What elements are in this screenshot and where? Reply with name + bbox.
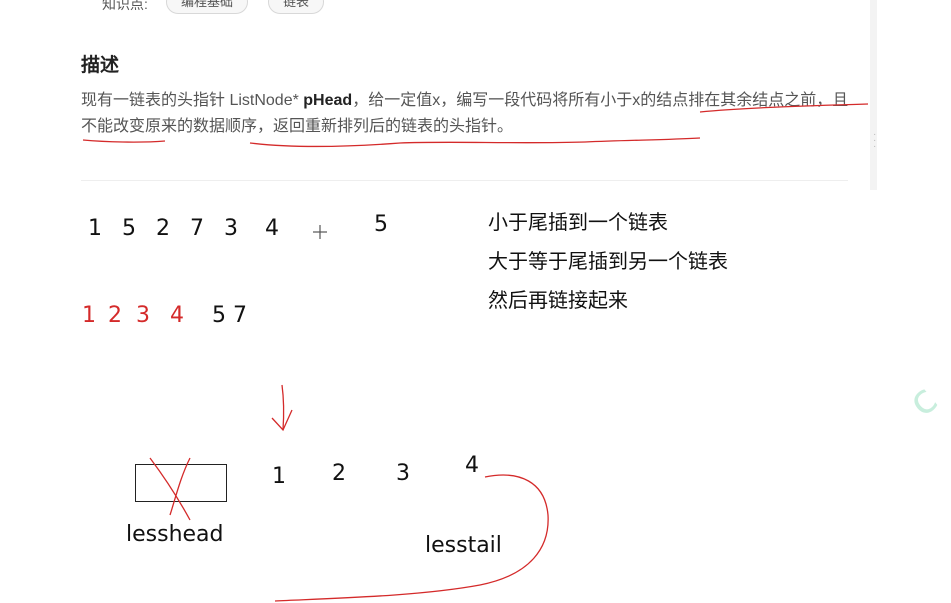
- cross-out-strokes: [149, 457, 191, 521]
- tail-link-curve: [274, 474, 549, 602]
- crosshair-icon: [313, 225, 327, 239]
- red-underline-strokes: [82, 103, 869, 148]
- down-arrow-icon: [271, 384, 293, 432]
- annotation-strokes: [82, 103, 869, 602]
